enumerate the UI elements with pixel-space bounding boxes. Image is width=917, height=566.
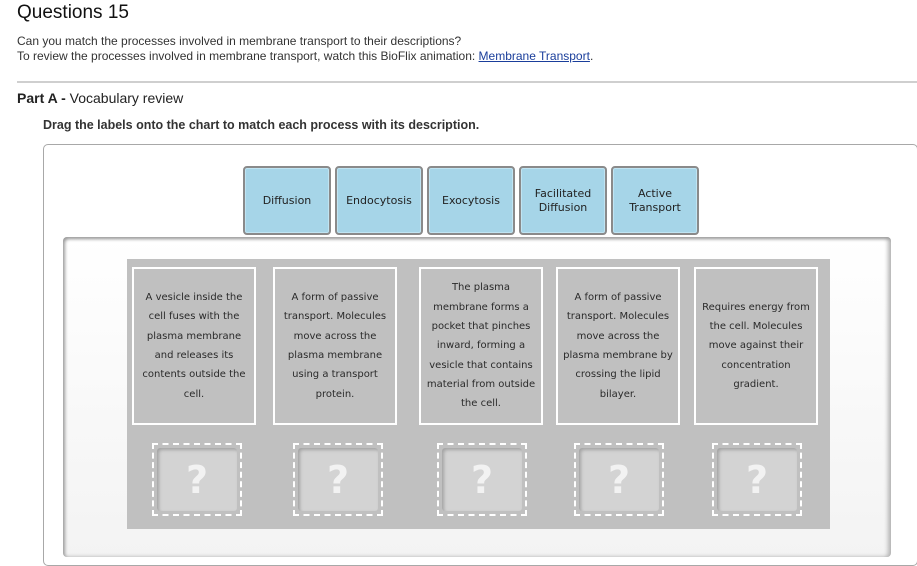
description-cell-1: A vesicle inside the cell fuses with the… — [132, 267, 256, 425]
description-cell-3: The plasma membrane forms a pocket that … — [419, 267, 543, 425]
label-exocytosis[interactable]: Exocytosis — [427, 166, 515, 235]
part-heading: Part A - Vocabulary review — [17, 90, 183, 106]
drop-target-4[interactable]: ? — [574, 443, 664, 516]
label-text: Facilitated — [534, 186, 592, 200]
part-title: Vocabulary review — [65, 90, 184, 106]
question-mark-icon: ? — [579, 448, 659, 511]
drop-target-5[interactable]: ? — [712, 443, 802, 516]
label-diffusion[interactable]: Diffusion — [243, 166, 331, 235]
description-cell-2: A form of passive transport. Molecules m… — [273, 267, 397, 425]
membrane-transport-link[interactable]: Membrane Transport — [479, 49, 590, 63]
drop-target-1[interactable]: ? — [152, 443, 242, 516]
label-bank: Diffusion Endocytosis Exocytosis Facilit… — [243, 166, 699, 235]
drop-target-2[interactable]: ? — [293, 443, 383, 516]
question-intro: Can you match the processes involved in … — [17, 34, 593, 64]
intro-line-2-suffix: . — [589, 49, 594, 63]
intro-line-2-text: To review the processes involved in memb… — [17, 49, 479, 63]
matching-chart: A vesicle inside the cell fuses with the… — [127, 259, 830, 529]
label-text-2: Diffusion — [538, 200, 588, 214]
label-endocytosis[interactable]: Endocytosis — [335, 166, 423, 235]
part-label: Part A - — [17, 90, 66, 106]
question-mark-icon: ? — [157, 448, 237, 511]
question-mark-icon: ? — [717, 448, 797, 511]
drop-target-3[interactable]: ? — [437, 443, 527, 516]
label-text-2: Transport — [629, 200, 681, 214]
instructions: Drag the labels onto the chart to match … — [43, 118, 480, 132]
question-title: Questions 15 — [17, 2, 129, 23]
label-text: Active — [637, 186, 673, 200]
intro-line-1: Can you match the processes involved in … — [17, 34, 462, 48]
label-active-transport[interactable]: Active Transport — [611, 166, 699, 235]
intro-line-2: To review the processes involved in memb… — [17, 49, 593, 64]
label-text: Exocytosis — [442, 193, 500, 207]
section-divider — [17, 81, 917, 83]
label-text: Endocytosis — [346, 193, 412, 207]
question-mark-icon: ? — [442, 448, 522, 511]
question-mark-icon: ? — [298, 448, 378, 511]
label-facilitated-diffusion[interactable]: Facilitated Diffusion — [519, 166, 607, 235]
description-cell-4: A form of passive transport. Molecules m… — [556, 267, 680, 425]
label-text: Diffusion — [262, 193, 312, 207]
description-cell-5: Requires energy from the cell. Molecules… — [694, 267, 818, 425]
